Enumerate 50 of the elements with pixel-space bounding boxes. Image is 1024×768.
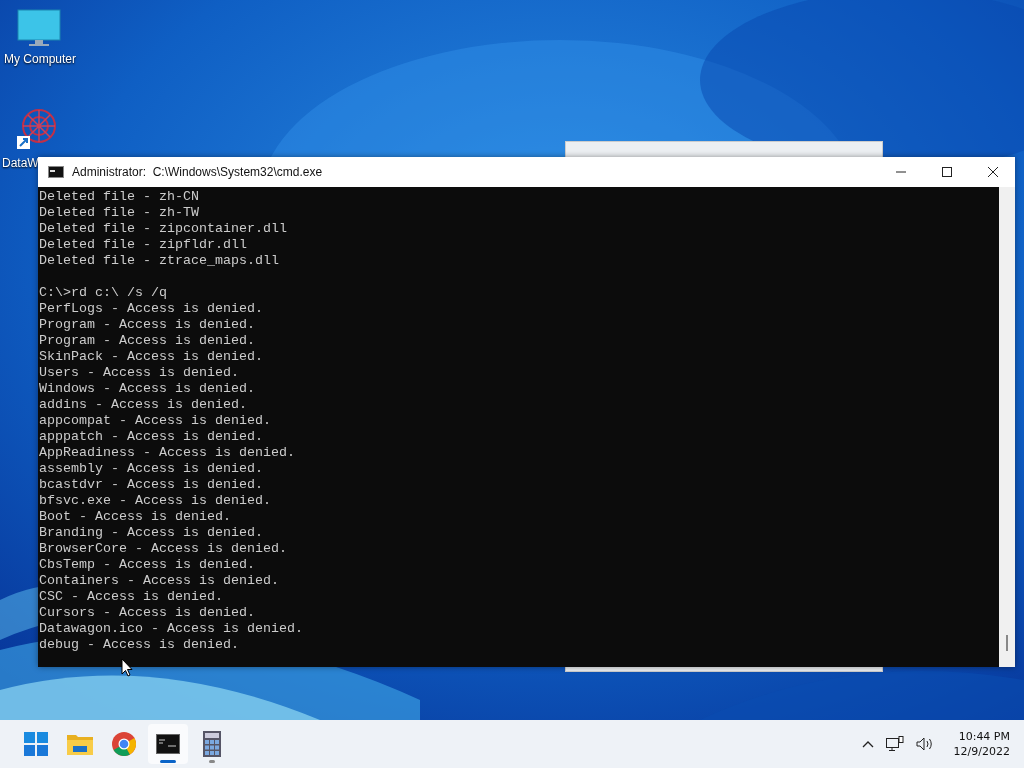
scrollbar-thumb[interactable]: [1006, 635, 1008, 651]
console-line: BrowserCore - Access is denied.: [39, 541, 287, 557]
console-line: Users - Access is denied.: [39, 365, 239, 381]
console-line: Boot - Access is denied.: [39, 509, 231, 525]
close-icon[interactable]: [987, 166, 999, 178]
console-line: CSC - Access is denied.: [39, 589, 223, 605]
folder-icon: [67, 733, 93, 755]
console-line: assembly - Access is denied.: [39, 461, 263, 477]
console-line: appcompat - Access is denied.: [39, 413, 271, 429]
network-icon[interactable]: [885, 736, 904, 752]
console-line: Deleted file - zh-TW: [39, 205, 199, 221]
console-line: Branding - Access is denied.: [39, 525, 263, 541]
taskbar-button[interactable]: [148, 724, 188, 764]
window-title: Administrator: C:\Windows\System32\cmd.exe: [72, 165, 323, 179]
windows-logo-icon: [24, 732, 48, 756]
console-line: Program - Access is denied.: [39, 317, 255, 333]
icon-label[interactable]: DataW: [0, 156, 39, 170]
console-line: PerfLogs - Access is denied.: [39, 301, 263, 317]
console-line: Program - Access is denied.: [39, 333, 255, 349]
console-line: Containers - Access is denied.: [39, 573, 279, 589]
clock-date[interactable]: 12/9/2022: [953, 744, 1010, 759]
speaker-icon[interactable]: [915, 737, 934, 751]
console-line: CbsTemp - Access is denied.: [39, 557, 255, 573]
icon-label[interactable]: My Computer: [2, 52, 76, 66]
browser-icon: [112, 732, 136, 756]
console-window[interactable]: [38, 157, 1015, 667]
mouse-pointer-icon: [121, 658, 133, 677]
console-line: Datawagon.ico - Access is denied.: [39, 621, 303, 637]
clock-time[interactable]: 10:44 PM: [958, 729, 1010, 744]
console-line: Deleted file - zipfldr.dll: [39, 237, 247, 253]
console-line: SkinPack - Access is denied.: [39, 349, 263, 365]
console-line: C:\>rd c:\ /s /q: [39, 285, 167, 301]
monitor-icon[interactable]: [17, 8, 61, 48]
console-line: Windows - Access is denied.: [39, 381, 255, 397]
console-line: addins - Access is denied.: [39, 397, 247, 413]
console-line: AppReadiness - Access is denied.: [39, 445, 295, 461]
console-line: Deleted file - zipcontainer.dll: [39, 221, 287, 237]
console-line: debug - Access is denied.: [39, 637, 239, 653]
maximize-icon[interactable]: [941, 166, 953, 178]
console-line: Cursors - Access is denied.: [39, 605, 255, 621]
console-line: Deleted file - zh-CN: [39, 189, 199, 205]
console-line: bcastdvr - Access is denied.: [39, 477, 263, 493]
console-line: apppatch - Access is denied.: [39, 429, 263, 445]
scrollbar[interactable]: [999, 187, 1015, 667]
terminal-icon: [48, 166, 64, 178]
console-line: bfsvc.exe - Access is denied.: [39, 493, 271, 509]
console-line: Deleted file - ztrace_maps.dll: [39, 253, 279, 269]
chevron-up-icon[interactable]: [861, 740, 874, 748]
calculator-icon: [203, 731, 221, 757]
terminal-icon: [156, 734, 180, 754]
